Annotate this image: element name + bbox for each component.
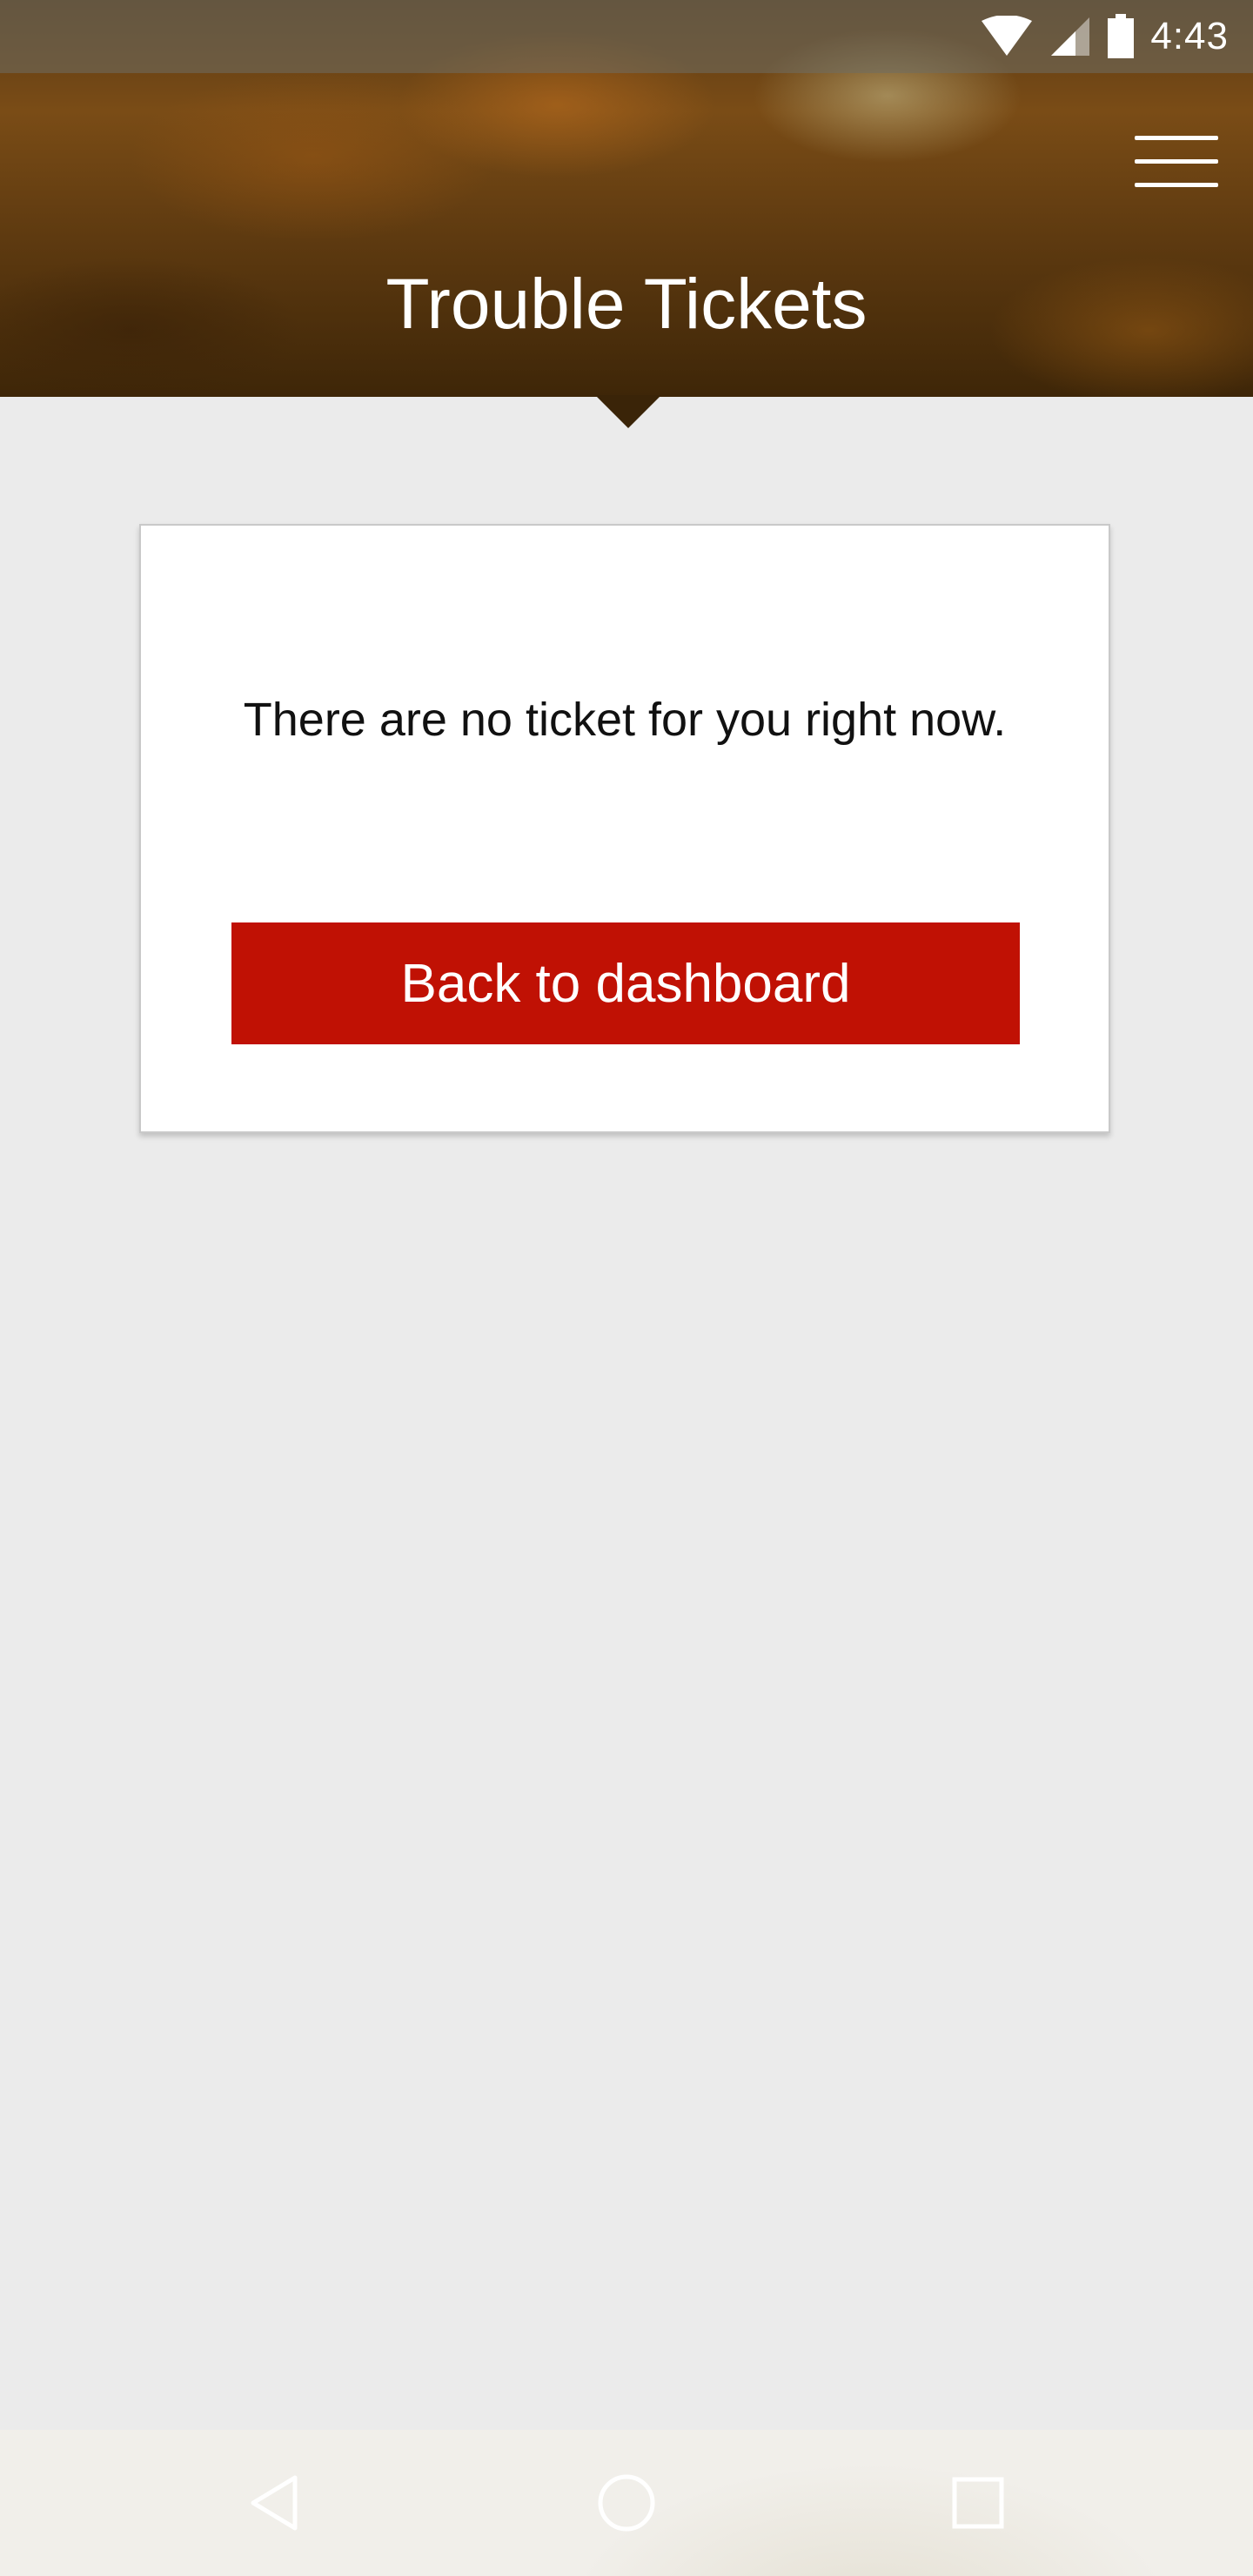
status-icons: 4:43 xyxy=(980,10,1229,63)
empty-state-message: There are no ticket for you right now. xyxy=(243,694,1007,746)
empty-state-card: There are no ticket for you right now. B… xyxy=(139,524,1110,1133)
back-icon[interactable] xyxy=(228,2456,322,2550)
back-to-dashboard-button[interactable]: Back to dashboard xyxy=(231,922,1020,1044)
status-time: 4:43 xyxy=(1150,15,1229,57)
home-icon[interactable] xyxy=(580,2456,673,2550)
header-pointer xyxy=(595,395,661,428)
signal-icon xyxy=(1051,17,1090,56)
page-title: Trouble Tickets xyxy=(385,265,868,344)
navigation-bar xyxy=(0,2430,1253,2576)
app-header: 4:43 Trouble Tickets xyxy=(0,0,1253,397)
wifi-icon xyxy=(982,16,1033,56)
hamburger-menu-icon[interactable] xyxy=(1131,127,1222,197)
recents-icon[interactable] xyxy=(931,2456,1025,2550)
battery-icon xyxy=(1108,14,1135,58)
status-bar: 4:43 xyxy=(0,0,1253,73)
